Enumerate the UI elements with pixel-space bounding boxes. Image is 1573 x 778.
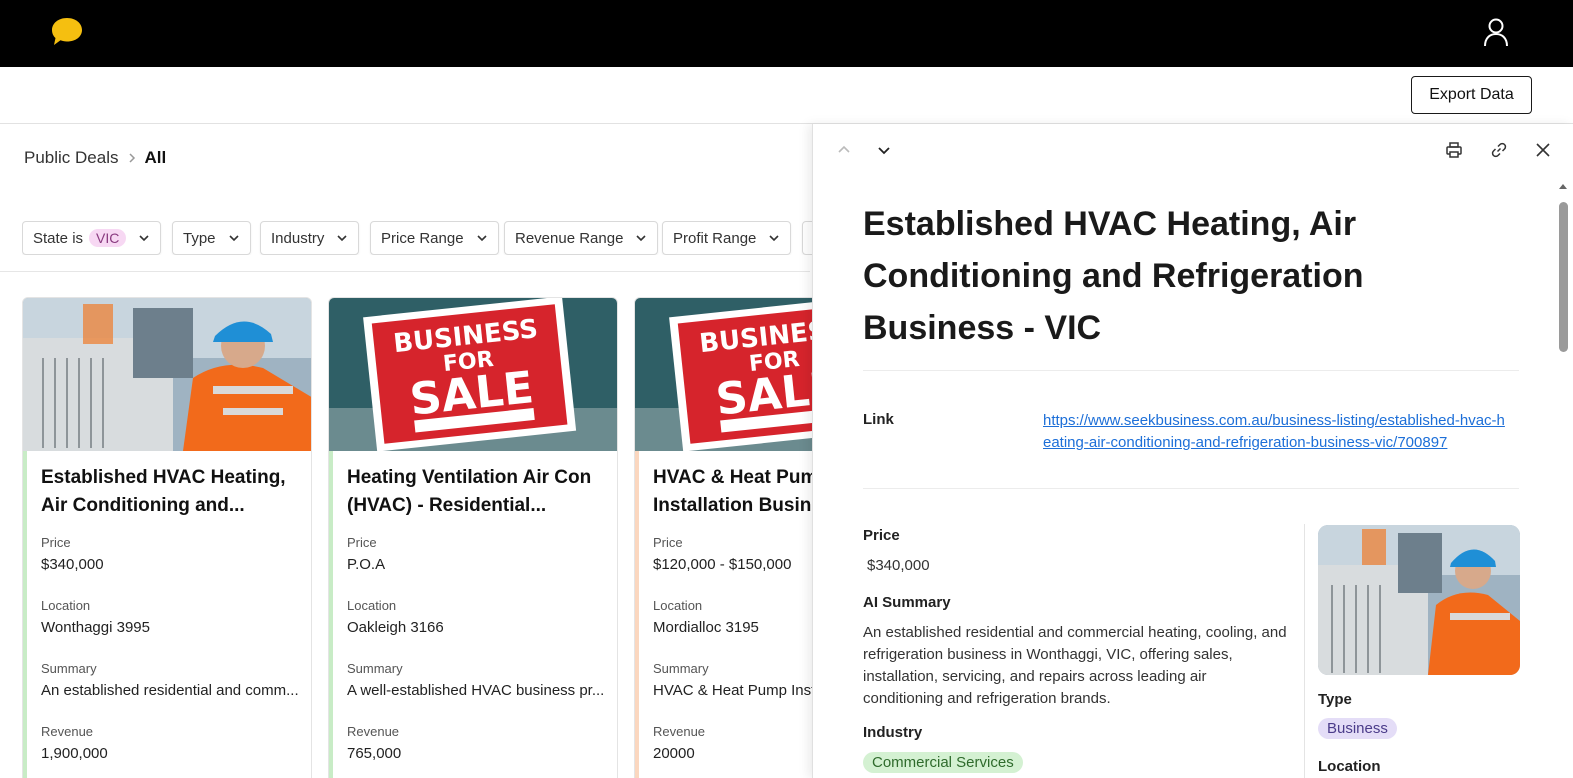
chevron-down-icon [636,235,646,242]
card-revenue-label: Revenue [41,724,94,739]
filter-profit-range-label: Profit Range [673,229,757,247]
card-location-label: Location [653,598,703,613]
hvac-technician-photo [23,298,311,451]
chat-bubble-icon[interactable] [50,16,84,48]
card-revenue: 765,000 [347,745,402,762]
card-location-label: Location [347,598,397,613]
print-icon[interactable] [1445,141,1463,159]
card-price-label: Price [41,535,71,550]
filter-price-range[interactable]: Price Range [370,221,499,255]
filter-industry[interactable]: Industry [260,221,360,255]
card-location: Mordialloc 3195 [653,619,759,636]
filter-type-label: Type [183,229,216,247]
filter-profit-range[interactable]: Profit Range [662,221,792,255]
type-badge: Business [1318,718,1397,739]
card-price-label: Price [653,535,683,550]
scrollbar[interactable] [1557,182,1569,778]
chevron-down-icon [476,235,487,242]
chevron-down-icon [337,235,347,242]
link-label: Link [863,411,894,428]
chevron-down-icon[interactable] [875,141,893,159]
breadcrumb-public-deals[interactable]: Public Deals [24,148,119,168]
filter-revenue-range-label: Revenue Range [515,229,624,247]
filter-state-label: State is [33,229,84,247]
scrollbar-thumb[interactable] [1559,202,1568,352]
chevron-down-icon [139,235,149,242]
card-revenue: 20000 [653,745,695,762]
link-icon[interactable] [1490,141,1508,159]
listing-grid: Established HVAC Heating, Air Conditioni… [22,297,812,778]
card-summary-label: Summary [653,661,709,676]
divider [1304,524,1305,778]
business-for-sale-sign: BUSINESS FOR SALE [329,298,617,451]
location-label: Location [1318,758,1381,775]
card-summary: A well-established HVAC business pr... [347,682,605,699]
detail-price: $340,000 [867,557,930,574]
card-revenue-label: Revenue [653,724,706,739]
filter-state[interactable]: State is VIC [22,221,162,255]
card-title[interactable]: Established HVAC Heating, Air Conditioni… [41,464,303,520]
industry-badge: Commercial Services [863,752,1023,773]
card-accent-bar [329,451,333,778]
card-revenue-label: Revenue [347,724,400,739]
divider [863,370,1519,371]
card-revenue: 1,900,000 [41,745,108,762]
price-label: Price [863,527,900,544]
card-summary: An established residential and comm... [41,682,299,699]
card-title[interactable]: HVAC & Heat Pump Installation Busin [653,464,812,520]
card-accent-bar [635,451,639,778]
ai-summary-text: An established residential and commercia… [863,624,1287,707]
card-price-label: Price [347,535,377,550]
filter-type[interactable]: Type [172,221,251,255]
detail-panel: Established HVAC Heating, Air Conditioni… [812,124,1573,778]
card-title[interactable]: Heating Ventilation Air Con (HVAC) - Res… [347,464,609,520]
chevron-down-icon [228,235,239,242]
card-summary-label: Summary [41,661,97,676]
ai-summary-label: AI Summary [863,594,951,611]
listing-link[interactable]: https://www.seekbusiness.com.au/business… [1043,410,1513,454]
card-price: P.O.A [347,556,386,573]
filter-industry-label: Industry [271,229,325,247]
card-summary-label: Summary [347,661,403,676]
divider [0,271,810,272]
breadcrumb-current: All [144,148,167,167]
divider [863,488,1519,489]
chevron-down-icon [769,235,779,242]
filter-revenue-range[interactable]: Revenue Range [504,221,659,255]
card-accent-bar [23,451,27,778]
type-label: Type [1318,691,1352,708]
toolbar: Export Data [0,67,1573,124]
filter-more[interactable] [802,221,812,255]
card-location: Oakleigh 3166 [347,619,444,636]
filter-state-value: VIC [89,229,127,247]
top-bar [0,0,1573,67]
business-for-sale-sign: BUSINESS FOR SALE [635,298,812,451]
user-icon[interactable] [1482,18,1510,48]
filter-bar: State is VIC Type Industry Price Range R… [22,221,812,255]
breadcrumb: Public Deals All [24,148,166,168]
detail-title: Established HVAC Heating, Air Conditioni… [863,205,1364,347]
listing-card[interactable]: BUSINESS FOR SALE HVAC & Heat Pump Insta… [634,297,812,778]
industry-label: Industry [863,724,923,741]
close-icon[interactable] [1534,141,1552,159]
export-data-button[interactable]: Export Data [1411,76,1532,114]
card-price: $340,000 [41,556,104,573]
card-location: Wonthaggi 3995 [41,619,150,636]
chevron-up-icon[interactable] [835,141,853,159]
card-price: $120,000 - $150,000 [653,556,792,573]
card-location-label: Location [41,598,91,613]
scroll-up-arrow-icon[interactable] [1558,182,1568,190]
card-summary: HVAC & Heat Pump Inst [653,682,812,699]
hvac-technician-photo [1318,525,1520,675]
listing-card[interactable]: Established HVAC Heating, Air Conditioni… [22,297,312,778]
filter-price-range-label: Price Range [381,229,464,247]
chevron-right-icon [128,153,135,163]
listing-card[interactable]: BUSINESS FOR SALE Heating Ventilation Ai… [328,297,618,778]
